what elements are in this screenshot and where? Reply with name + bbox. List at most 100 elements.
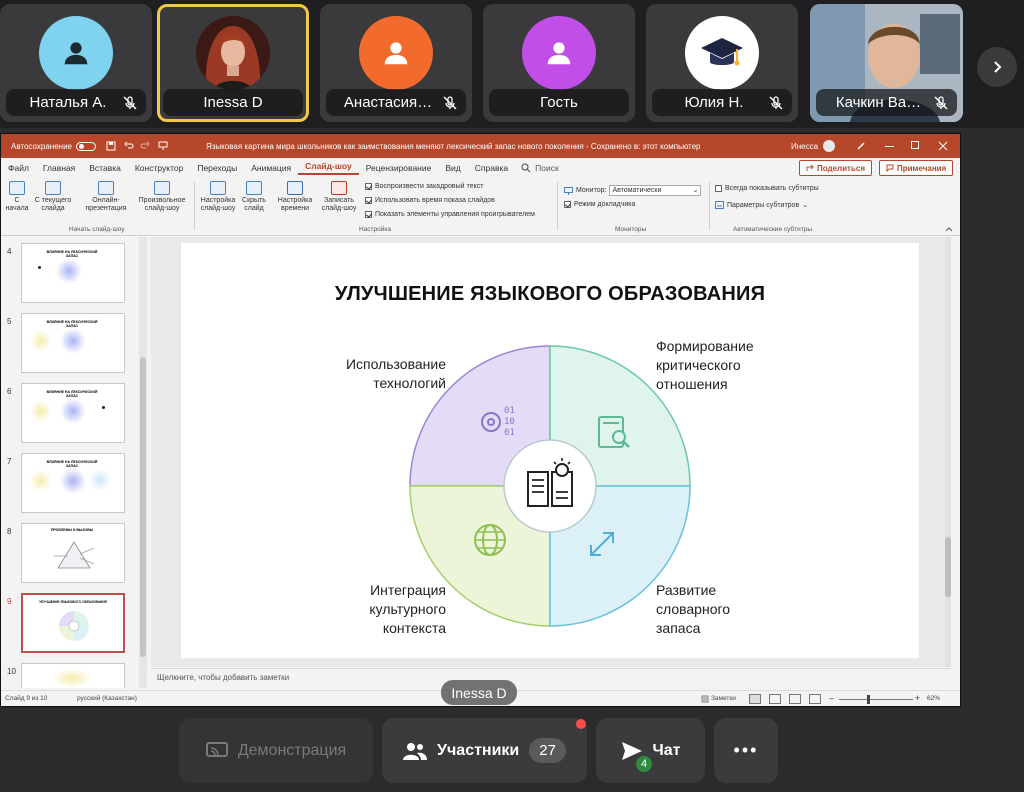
search-input[interactable]: Поиск — [535, 163, 559, 173]
record-slideshow-button[interactable]: Записать слайд-шоу — [317, 181, 361, 213]
tab-slideshow[interactable]: Слайд-шоу — [298, 161, 359, 175]
tab-animations[interactable]: Анимация — [244, 163, 298, 173]
normal-view-button[interactable] — [749, 694, 761, 704]
present-online-button[interactable]: Онлайн-презентация — [79, 181, 133, 213]
use-timings-checkbox[interactable]: Использовать время показа слайдов — [365, 197, 495, 204]
slideshow-view-button[interactable] — [809, 694, 821, 704]
sorter-view-button[interactable] — [769, 694, 781, 704]
portrait-icon — [196, 16, 270, 90]
redo-icon[interactable] — [140, 141, 150, 151]
from-current-slide-button[interactable]: С текущего слайда — [33, 181, 73, 213]
more-options-button[interactable]: ••• — [714, 718, 778, 783]
undo-icon[interactable] — [124, 141, 134, 151]
save-icon[interactable] — [106, 141, 116, 151]
participant-name: Качкин Ва… — [835, 94, 922, 111]
book-search-icon — [598, 416, 630, 448]
participant-tile[interactable]: Юлия Н. — [646, 4, 798, 122]
presentation-icon[interactable] — [158, 141, 168, 151]
tab-file[interactable]: Файл — [1, 163, 36, 173]
tab-design[interactable]: Конструктор — [128, 163, 190, 173]
canvas-scrollbar[interactable] — [945, 237, 951, 667]
label-cultural-context[interactable]: Интеграция культурного контекста — [336, 581, 446, 638]
slide-thumbnail[interactable]: 8 ПРОБЛЕМЫ И ВЫЗОВЫ — [1, 523, 141, 587]
slide-thumbnail[interactable]: 5 ВЛИЯНИЕ НА ЛЕКСИЧЕСКИЙ ЗАПАС — [1, 313, 141, 377]
screen-share-button[interactable]: Демонстрация — [179, 718, 373, 783]
presenter-view-checkbox[interactable]: Режим докладчика — [564, 201, 635, 208]
slide-thumbnail[interactable]: 6 ВЛИЯНИЕ НА ЛЕКСИЧЕСКИЙ ЗАПАС — [1, 383, 141, 447]
slide-thumbnail[interactable]: 7 ВЛИЯНИЕ НА ЛЕКСИЧЕСКИЙ ЗАПАС — [1, 453, 141, 517]
collapse-ribbon-icon[interactable] — [945, 226, 953, 232]
tab-home[interactable]: Главная — [36, 163, 82, 173]
thumbnails-scrollbar[interactable] — [139, 237, 147, 688]
ppt-titlebar: Автосохранение Языковая картина мира шко… — [1, 134, 960, 158]
participant-video-tile[interactable]: Качкин Ва… — [810, 4, 963, 122]
chevron-right-icon — [994, 61, 1002, 73]
zoom-slider[interactable] — [839, 695, 913, 704]
participants-button[interactable]: Участники 27 — [382, 718, 587, 783]
participant-tile[interactable]: Наталья А. — [0, 4, 152, 122]
ribbon-divider — [194, 182, 195, 230]
screen-share-right-margin — [961, 133, 1024, 707]
zoom-in-button[interactable]: + — [915, 693, 920, 703]
hide-slide-button[interactable]: Скрыть слайд — [239, 181, 269, 213]
notes-icon — [701, 695, 709, 703]
from-beginning-button[interactable]: С начала — [5, 181, 29, 213]
notes-pane[interactable]: Щелкните, чтобы добавить заметки — [151, 668, 951, 688]
ribbon-tabs: Файл Главная Вставка Конструктор Переход… — [1, 158, 960, 178]
reading-view-button[interactable] — [789, 694, 801, 704]
participant-strip: Наталья А. Inessa D Анастасия… Гость Юли… — [0, 0, 1024, 128]
mini-diagram-icon — [59, 611, 89, 641]
restore-button[interactable] — [911, 141, 919, 149]
slide-thumbnail-selected[interactable]: 9 УЛУЧШЕНИЕ ЯЗЫКОВОГО ОБРАЗОВАНИЯ — [1, 593, 141, 657]
participant-tile[interactable]: Гость — [483, 4, 635, 122]
ribbon-divider — [557, 182, 558, 230]
search-icon[interactable] — [521, 163, 531, 173]
globe-icon — [474, 524, 506, 556]
more-icon: ••• — [733, 740, 759, 760]
comments-button[interactable]: Примечания — [879, 160, 954, 176]
slide-editing-area[interactable]: УЛУЧШЕНИЕ ЯЗЫКОВОГО ОБРАЗОВАНИЯ 01 10 01… — [151, 237, 951, 667]
autosave-toggle[interactable] — [75, 141, 96, 151]
pen-icon[interactable] — [856, 141, 866, 151]
play-narrations-checkbox[interactable]: Воспроизвести закадровый текст — [365, 183, 483, 190]
label-technologies[interactable]: Использование технологий — [326, 355, 446, 393]
notes-toggle[interactable]: Заметки — [701, 695, 736, 703]
participant-tile[interactable]: Анастасия… — [320, 4, 472, 122]
group-label-monitors: Мониторы — [615, 226, 647, 233]
custom-slideshow-button[interactable]: Произвольное слайд-шоу — [135, 181, 189, 213]
show-media-controls-checkbox[interactable]: Показать элементы управления проигрывате… — [365, 211, 535, 218]
tab-help[interactable]: Справка — [468, 163, 515, 173]
label-vocabulary[interactable]: Развитие словарного запаса — [656, 581, 756, 638]
chat-button[interactable]: Чат — [596, 718, 705, 783]
user-avatar[interactable] — [823, 140, 835, 152]
share-icon — [806, 164, 814, 171]
mic-off-icon — [123, 95, 137, 109]
monitor-select[interactable]: Автоматически ⌄ — [609, 185, 702, 196]
rehearse-timings-button[interactable]: Настройка времени — [275, 181, 315, 213]
language-status[interactable]: русский (Казахстан) — [77, 695, 137, 702]
tab-transitions[interactable]: Переходы — [190, 163, 244, 173]
slide-thumbnail[interactable]: 4 ВЛИЯНИЕ НА ЛЕКСИЧЕСКИЙ ЗАПАС — [1, 243, 141, 307]
participant-tile-speaking[interactable]: Inessa D — [157, 4, 309, 122]
slide-thumbnail[interactable]: 10 — [1, 663, 141, 688]
tab-view[interactable]: Вид — [438, 163, 467, 173]
slide-counter: Слайд 9 из 10 — [5, 695, 48, 702]
subtitle-settings-button[interactable]: Параметры субтитров ⌄ — [715, 201, 808, 209]
ribbon-slideshow: С начала С текущего слайда Онлайн-презен… — [1, 178, 960, 236]
next-participants-button[interactable] — [977, 47, 1017, 87]
setup-slideshow-button[interactable]: Настройка слайд-шоу — [199, 181, 237, 213]
label-critical-attitude[interactable]: Формирование критического отношения — [656, 337, 796, 394]
group-label-start: Начать слайд-шоу — [69, 226, 125, 233]
close-icon[interactable] — [938, 141, 948, 151]
share-button[interactable]: Поделиться — [799, 160, 873, 176]
user-icon — [547, 42, 571, 65]
current-slide[interactable]: УЛУЧШЕНИЕ ЯЗЫКОВОГО ОБРАЗОВАНИЯ 01 10 01… — [181, 243, 919, 658]
zoom-out-button[interactable]: – — [829, 693, 834, 703]
zoom-level[interactable]: 62% — [927, 695, 940, 702]
avatar — [685, 16, 759, 90]
participant-name: Наталья А. — [29, 94, 107, 111]
minimize-button[interactable] — [885, 146, 894, 147]
tab-review[interactable]: Рецензирование — [359, 163, 439, 173]
tab-insert[interactable]: Вставка — [82, 163, 128, 173]
always-show-subtitles-checkbox[interactable]: Всегда показывать субтитры — [715, 185, 819, 192]
